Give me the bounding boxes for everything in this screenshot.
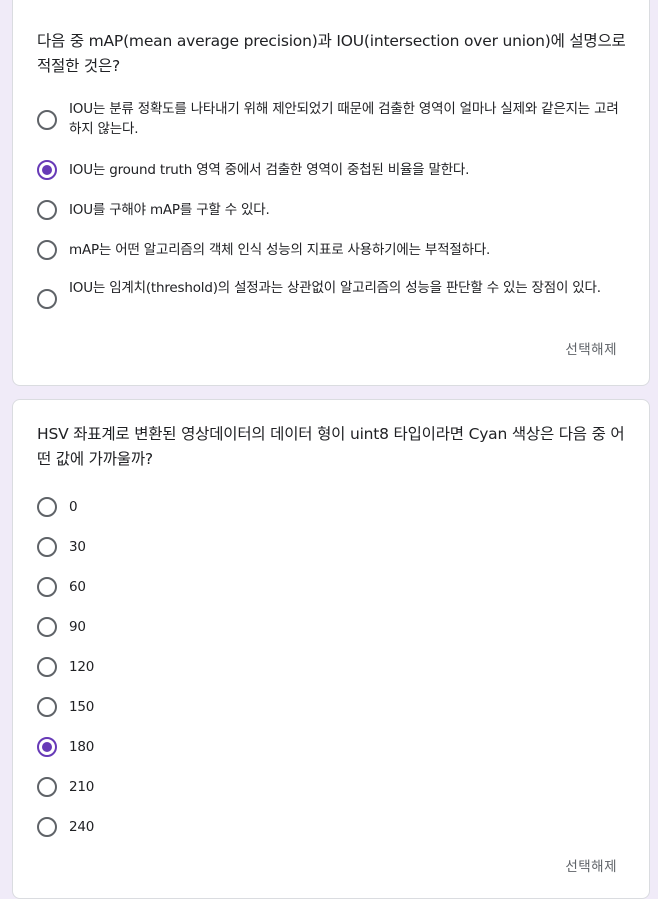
option-label: IOU를 구해야 mAP를 구할 수 있다. bbox=[69, 202, 270, 218]
radio-selected-icon[interactable] bbox=[37, 160, 57, 180]
option-q2-7[interactable]: 180 bbox=[37, 737, 627, 757]
question-title-1: 다음 중 mAP(mean average precision)과 IOU(in… bbox=[37, 32, 626, 75]
option-label: IOU는 ground truth 영역 중에서 검출한 영역이 중첩된 비율을… bbox=[69, 162, 470, 178]
radio-icon[interactable] bbox=[37, 537, 57, 557]
radio-icon[interactable] bbox=[37, 497, 57, 517]
radio-icon[interactable] bbox=[37, 657, 57, 677]
clear-selection-button[interactable]: 선택해제 bbox=[565, 855, 617, 875]
radio-selected-icon[interactable] bbox=[37, 737, 57, 757]
option-label: 180 bbox=[69, 739, 95, 755]
option-q1-1[interactable]: IOU는 분류 정확도를 나타내기 위해 제안되었기 때문에 검출한 영역이 얼… bbox=[37, 99, 627, 139]
option-q2-4[interactable]: 90 bbox=[37, 617, 627, 637]
option-label: mAP는 어떤 알고리즘의 객체 인식 성능의 지표로 사용하기에는 부적절하다… bbox=[69, 242, 491, 258]
option-label: 120 bbox=[69, 659, 95, 675]
radio-icon[interactable] bbox=[37, 577, 57, 597]
option-label: IOU는 임계치(threshold)의 설정과는 상관없이 알고리즘의 성능을… bbox=[69, 280, 601, 296]
option-q1-5[interactable]: IOU는 임계치(threshold)의 설정과는 상관없이 알고리즘의 성능을… bbox=[37, 278, 627, 309]
option-q1-4[interactable]: mAP는 어떤 알고리즘의 객체 인식 성능의 지표로 사용하기에는 부적절하다… bbox=[37, 240, 627, 260]
option-label: IOU는 분류 정확도를 나타내기 위해 제안되었기 때문에 검출한 영역이 얼… bbox=[69, 101, 619, 137]
option-q2-1[interactable]: 0 bbox=[37, 497, 627, 517]
option-q2-8[interactable]: 210 bbox=[37, 777, 627, 797]
option-q2-2[interactable]: 30 bbox=[37, 537, 627, 557]
option-label: 60 bbox=[69, 579, 86, 595]
radio-icon[interactable] bbox=[37, 289, 57, 309]
radio-icon[interactable] bbox=[37, 817, 57, 837]
question-title-2: HSV 좌표계로 변환된 영상데이터의 데이터 형이 uint8 타입이라면 C… bbox=[37, 425, 625, 468]
radio-icon[interactable] bbox=[37, 110, 57, 130]
radio-icon[interactable] bbox=[37, 777, 57, 797]
option-label: 30 bbox=[69, 539, 86, 555]
option-q2-9[interactable]: 240 bbox=[37, 817, 627, 837]
option-q1-2[interactable]: IOU는 ground truth 영역 중에서 검출한 영역이 중첩된 비율을… bbox=[37, 160, 627, 180]
option-label: 150 bbox=[69, 699, 95, 715]
clear-selection-button[interactable]: 선택해제 bbox=[565, 338, 617, 358]
radio-icon[interactable] bbox=[37, 697, 57, 717]
option-label: 90 bbox=[69, 619, 86, 635]
option-q2-5[interactable]: 120 bbox=[37, 657, 627, 677]
question-card-1: 다음 중 mAP(mean average precision)과 IOU(in… bbox=[12, 0, 650, 386]
option-label: 0 bbox=[69, 499, 78, 515]
option-label: 210 bbox=[69, 779, 95, 795]
option-q2-3[interactable]: 60 bbox=[37, 577, 627, 597]
radio-icon[interactable] bbox=[37, 240, 57, 260]
question-card-2: HSV 좌표계로 변환된 영상데이터의 데이터 형이 uint8 타입이라면 C… bbox=[12, 399, 650, 899]
option-q1-3[interactable]: IOU를 구해야 mAP를 구할 수 있다. bbox=[37, 200, 627, 220]
radio-icon[interactable] bbox=[37, 617, 57, 637]
option-label: 240 bbox=[69, 819, 95, 835]
option-q2-6[interactable]: 150 bbox=[37, 697, 627, 717]
radio-icon[interactable] bbox=[37, 200, 57, 220]
